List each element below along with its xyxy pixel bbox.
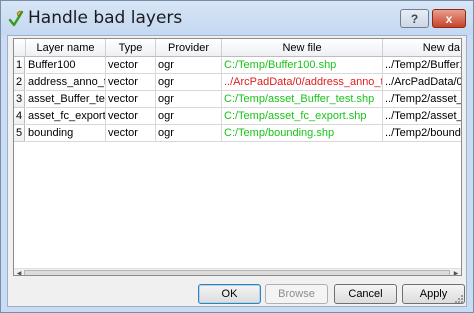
cell-type[interactable]: vector (106, 57, 156, 74)
cell-new-datasource[interactable]: ../Temp2/asset_fc_e (383, 108, 461, 125)
cell-layer-name[interactable]: Buffer100 (26, 57, 106, 74)
resize-grip-icon[interactable] (454, 294, 464, 304)
cell-new-datasource[interactable]: ../ArcPadData/0/ad (383, 74, 461, 91)
cell-new-datasource[interactable]: ../Temp2/asset_Buff (383, 91, 461, 108)
title-bar[interactable]: Handle bad layers ? x (1, 1, 473, 35)
cell-new-file[interactable]: ../ArcPadData/0/address_anno_text.shp (222, 74, 383, 91)
ok-button[interactable]: OK (198, 284, 261, 304)
cell-provider[interactable]: ogr (156, 57, 222, 74)
cell-type[interactable]: vector (106, 91, 156, 108)
dialog-title: Handle bad layers (28, 8, 183, 28)
column-header-new-file[interactable]: New file (222, 39, 383, 57)
help-button[interactable]: ? (400, 9, 429, 28)
row-header[interactable]: 4 (14, 108, 25, 125)
cell-layer-name[interactable]: bounding (26, 125, 106, 142)
cell-provider[interactable]: ogr (156, 91, 222, 108)
layers-table: Layer name Type Provider New file New da… (13, 38, 462, 276)
cell-provider[interactable]: ogr (156, 74, 222, 91)
browse-button[interactable]: Browse (265, 284, 328, 304)
cell-provider[interactable]: ogr (156, 125, 222, 142)
cell-provider[interactable]: ogr (156, 108, 222, 125)
row-header[interactable]: 5 (14, 125, 25, 142)
cell-new-file[interactable]: C:/Temp/asset_Buffer_test.shp (222, 91, 383, 108)
dialog-content: Layer name Type Provider New file New da… (7, 35, 467, 307)
cancel-button[interactable]: Cancel (334, 284, 397, 304)
scroll-left-icon[interactable]: ◀ (15, 269, 23, 276)
cell-new-file[interactable]: C:/Temp/asset_fc_export.shp (222, 108, 383, 125)
row-header[interactable]: 3 (14, 91, 25, 108)
cell-type[interactable]: vector (106, 125, 156, 142)
column-header-provider[interactable]: Provider (156, 39, 222, 57)
row-header[interactable]: 1 (14, 57, 25, 74)
cell-layer-name[interactable]: asset_Buffer_test (26, 91, 106, 108)
horizontal-scrollbar[interactable]: ◀ ▶ (14, 268, 461, 276)
help-icon: ? (410, 11, 419, 26)
cell-type[interactable]: vector (106, 108, 156, 125)
cell-layer-name[interactable]: asset_fc_export (26, 108, 106, 125)
scrollbar-thumb[interactable] (24, 270, 450, 275)
row-header[interactable]: 2 (14, 74, 25, 91)
dialog-window: Handle bad layers ? x Layer name Type Pr… (0, 0, 474, 313)
cell-new-file[interactable]: C:/Temp/Buffer100.shp (222, 57, 383, 74)
cell-type[interactable]: vector (106, 74, 156, 91)
checkmark-pencil-icon (8, 10, 24, 27)
scroll-right-icon[interactable]: ▶ (452, 269, 460, 276)
column-header-new-datasource[interactable]: New da (383, 39, 461, 57)
cell-layer-name[interactable]: address_anno_text (26, 74, 106, 91)
close-icon: x (445, 11, 453, 26)
column-header-layer-name[interactable]: Layer name (26, 39, 106, 57)
cell-new-file[interactable]: C:/Temp/bounding.shp (222, 125, 383, 142)
column-header-type[interactable]: Type (106, 39, 156, 57)
close-button[interactable]: x (432, 9, 466, 28)
cell-new-datasource[interactable]: ../Temp2/bounding. (383, 125, 461, 142)
table-corner[interactable] (14, 39, 26, 57)
cell-new-datasource[interactable]: ../Temp2/Buffer100. (383, 57, 461, 74)
